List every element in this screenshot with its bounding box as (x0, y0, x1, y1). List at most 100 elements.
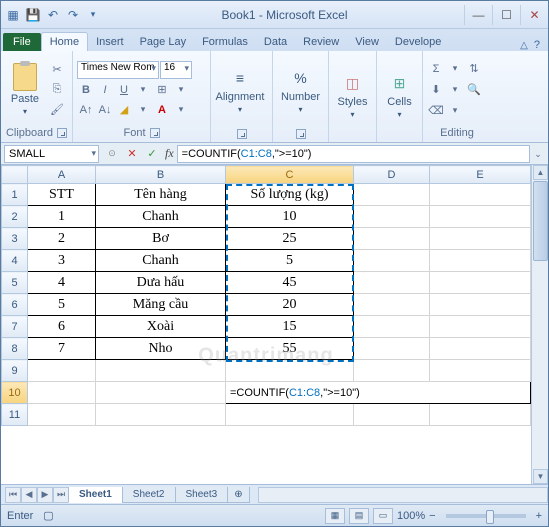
scroll-down-icon[interactable]: ▼ (533, 469, 548, 484)
autosum-icon[interactable]: Σ (427, 60, 445, 78)
font-size-select[interactable]: 16 (160, 61, 192, 79)
row-header[interactable]: 1 (2, 184, 28, 206)
font-name-select[interactable]: Times New Rom (77, 61, 159, 79)
cell[interactable] (354, 184, 430, 206)
increase-font-icon[interactable]: A↑ (77, 101, 95, 119)
col-header[interactable]: B (96, 166, 226, 184)
page-break-view-icon[interactable]: ▭ (373, 508, 393, 524)
cell[interactable] (96, 382, 226, 404)
chevron-down-icon[interactable]: ▾ (446, 60, 464, 78)
chevron-down-icon[interactable]: ▾ (134, 81, 152, 99)
font-launcher[interactable] (150, 128, 160, 138)
cell[interactable]: 20 (226, 294, 354, 316)
active-cell[interactable]: =COUNTIF(C1:C8,">=10") (226, 382, 531, 404)
cell[interactable] (430, 316, 531, 338)
scroll-thumb[interactable] (533, 181, 548, 261)
cell[interactable]: Xoài (96, 316, 226, 338)
cell[interactable] (354, 360, 430, 382)
zoom-in-button[interactable]: + (536, 510, 542, 522)
sheet-tab[interactable]: Sheet3 (175, 487, 229, 503)
row-header[interactable]: 3 (2, 228, 28, 250)
row-header[interactable]: 11 (2, 404, 28, 426)
cell[interactable] (430, 272, 531, 294)
cell[interactable] (28, 404, 96, 426)
tab-file[interactable]: File (3, 33, 41, 51)
cell[interactable] (354, 250, 430, 272)
name-box[interactable]: SMALL (4, 145, 99, 163)
cell[interactable]: Chanh (96, 206, 226, 228)
font-color-icon[interactable]: A (153, 101, 171, 119)
help-icon[interactable]: ? (534, 39, 540, 51)
fill-color-icon[interactable]: ◢ (115, 101, 133, 119)
functions-dropdown-icon[interactable]: ⊙ (103, 145, 121, 163)
zoom-slider[interactable] (446, 514, 526, 518)
cell[interactable]: 55 (226, 338, 354, 360)
cell[interactable] (354, 228, 430, 250)
expand-formula-bar-icon[interactable]: ⌄ (531, 146, 545, 164)
cell[interactable]: Bơ (96, 228, 226, 250)
cell[interactable]: 4 (28, 272, 96, 294)
row-header[interactable]: 10 (2, 382, 28, 404)
cell[interactable]: 45 (226, 272, 354, 294)
row-header[interactable]: 9 (2, 360, 28, 382)
cell[interactable]: Dưa hấu (96, 272, 226, 294)
cell[interactable] (96, 404, 226, 426)
page-layout-view-icon[interactable]: ▤ (349, 508, 369, 524)
cell[interactable] (430, 184, 531, 206)
prev-sheet-icon[interactable]: ◀ (21, 487, 37, 503)
horizontal-scrollbar[interactable] (258, 487, 548, 503)
cell[interactable] (226, 404, 354, 426)
tab-developer[interactable]: Develope (387, 33, 449, 51)
undo-icon[interactable]: ↶ (45, 7, 61, 23)
cell[interactable]: 5 (28, 294, 96, 316)
last-sheet-icon[interactable]: ⏭ (53, 487, 69, 503)
scroll-up-icon[interactable]: ▲ (533, 165, 548, 180)
cell[interactable] (354, 294, 430, 316)
format-painter-icon[interactable]: 🖌 (48, 101, 66, 119)
fill-icon[interactable]: ⬇ (427, 81, 445, 99)
paste-button[interactable]: Paste ▾ (5, 63, 45, 116)
cell[interactable]: 25 (226, 228, 354, 250)
first-sheet-icon[interactable]: ⏮ (5, 487, 21, 503)
cell[interactable]: 1 (28, 206, 96, 228)
clear-icon[interactable]: ⌫ (427, 102, 445, 120)
cell[interactable] (430, 404, 531, 426)
styles-button[interactable]: ◫ Styles ▾ (333, 72, 372, 119)
cell[interactable]: Măng cầu (96, 294, 226, 316)
col-header[interactable]: A (28, 166, 96, 184)
sheet-tab[interactable]: Sheet2 (122, 487, 176, 503)
row-header[interactable]: 5 (2, 272, 28, 294)
cell[interactable]: Chanh (96, 250, 226, 272)
cell[interactable]: 6 (28, 316, 96, 338)
close-button[interactable]: ✕ (520, 5, 548, 25)
col-header[interactable]: D (354, 166, 430, 184)
tab-insert[interactable]: Insert (88, 33, 132, 51)
cell[interactable] (430, 228, 531, 250)
tab-view[interactable]: View (347, 33, 387, 51)
fx-icon[interactable]: fx (165, 146, 174, 161)
sort-filter-icon[interactable]: ⇅ (465, 60, 483, 78)
row-header[interactable]: 4 (2, 250, 28, 272)
save-icon[interactable]: 💾 (25, 7, 41, 23)
select-all-corner[interactable] (2, 166, 28, 184)
cell[interactable] (354, 206, 430, 228)
col-header[interactable]: E (430, 166, 531, 184)
cell[interactable] (430, 294, 531, 316)
chevron-down-icon[interactable]: ▾ (446, 81, 464, 99)
cell[interactable] (354, 272, 430, 294)
minimize-ribbon-icon[interactable]: △ (520, 40, 528, 51)
chevron-down-icon[interactable]: ▾ (134, 101, 152, 119)
decrease-font-icon[interactable]: A↓ (96, 101, 114, 119)
tab-home[interactable]: Home (41, 32, 88, 51)
copy-icon[interactable]: ⎘ (48, 81, 66, 99)
zoom-out-button[interactable]: − (429, 510, 435, 522)
cut-icon[interactable]: ✂ (48, 61, 66, 79)
italic-button[interactable]: I (96, 81, 114, 99)
tab-page-layout[interactable]: Page Lay (132, 33, 194, 51)
cell[interactable] (354, 404, 430, 426)
macro-record-icon[interactable]: ▢ (43, 509, 53, 522)
spreadsheet-grid[interactable]: A B C D E 1 STT Tên hàng Số lượng (kg) 2… (1, 165, 531, 426)
row-header[interactable]: 7 (2, 316, 28, 338)
tab-formulas[interactable]: Formulas (194, 33, 256, 51)
normal-view-icon[interactable]: ▦ (325, 508, 345, 524)
